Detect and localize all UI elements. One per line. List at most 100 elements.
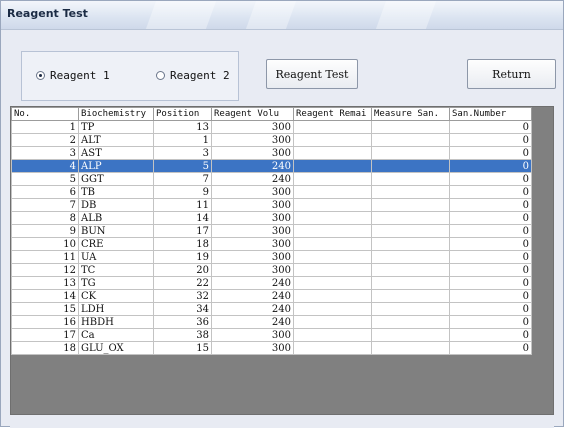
table-cell: ALT	[78, 133, 154, 147]
header-biochemistry[interactable]: Biochemistry	[78, 107, 154, 121]
table-cell: 38	[153, 328, 212, 342]
table-cell: AST	[78, 146, 154, 160]
title-bar-sheen	[245, 1, 297, 29]
table-cell: 0	[449, 133, 532, 147]
reagent-test-window: Reagent Test Reagent 1 Reagent 2 Reagent…	[0, 0, 564, 428]
table-cell	[371, 289, 450, 303]
table-row[interactable]: 3 AST 3 300 0	[11, 146, 532, 160]
title-bar: Reagent Test	[1, 1, 563, 30]
table-row[interactable]: 17 Ca 38 300 0	[11, 328, 532, 342]
return-button[interactable]: Return	[467, 59, 556, 89]
table-cell: 0	[449, 237, 532, 251]
table-cell	[371, 146, 450, 160]
table-cell: TG	[78, 276, 154, 290]
table-cell: 300	[211, 185, 294, 199]
table-cell: 10	[11, 237, 79, 251]
table-row[interactable]: 10 CRE 18 300 0	[11, 237, 532, 251]
table-cell	[371, 263, 450, 277]
table-cell	[371, 276, 450, 290]
header-sample-number[interactable]: San.Number	[449, 107, 532, 121]
table-cell: 0	[449, 159, 532, 173]
table-row[interactable]: 16 HBDH 36 240 0	[11, 315, 532, 329]
table-cell	[293, 133, 372, 147]
table-cell: 0	[449, 302, 532, 316]
table-cell: 240	[211, 276, 294, 290]
header-measure-sample[interactable]: Measure San.	[371, 107, 450, 121]
table-row[interactable]: 9 BUN 17 300 0	[11, 224, 532, 238]
table-cell: TC	[78, 263, 154, 277]
table-cell: 3	[153, 146, 212, 160]
header-no[interactable]: No.	[11, 107, 79, 121]
table-cell: 7	[153, 172, 212, 186]
table-row[interactable]: 18 GLU_OX 15 300 0	[11, 341, 532, 355]
table-cell: 0	[449, 198, 532, 212]
table-cell: ALB	[78, 211, 154, 225]
reagent-2-radio[interactable]: Reagent 2	[156, 69, 230, 82]
table-cell: 14	[153, 211, 212, 225]
table-cell: CRE	[78, 237, 154, 251]
table-cell: 0	[449, 224, 532, 238]
bottom-strip	[10, 415, 554, 428]
table-cell	[371, 159, 450, 173]
table-cell: 18	[153, 237, 212, 251]
table-row[interactable]: 7 DB 11 300 0	[11, 198, 532, 212]
reagent-2-label: Reagent 2	[170, 69, 230, 82]
table-cell	[371, 250, 450, 264]
table-cell: 300	[211, 224, 294, 238]
table-cell: 300	[211, 211, 294, 225]
table-cell: 0	[449, 146, 532, 160]
table-cell	[293, 302, 372, 316]
table-cell	[293, 250, 372, 264]
table-cell: 9	[11, 224, 79, 238]
title-bar-sheen	[145, 1, 217, 29]
header-reagent-volume[interactable]: Reagent Volu	[211, 107, 294, 121]
table-cell	[371, 237, 450, 251]
table-cell	[293, 341, 372, 355]
table-cell: ALP	[78, 159, 154, 173]
reagent-radio-group: Reagent 1 Reagent 2	[21, 51, 239, 101]
reagent-1-radio[interactable]: Reagent 1	[36, 69, 110, 82]
radio-unselected-icon	[156, 71, 165, 80]
reagent-test-button[interactable]: Reagent Test	[266, 59, 358, 89]
table-cell: 13	[11, 276, 79, 290]
table-cell: 300	[211, 250, 294, 264]
table-row[interactable]: 13 TG 22 240 0	[11, 276, 532, 290]
table-cell: HBDH	[78, 315, 154, 329]
table-cell: 17	[11, 328, 79, 342]
table-cell: 0	[449, 315, 532, 329]
table-cell	[371, 328, 450, 342]
table-cell	[371, 211, 450, 225]
table-cell	[293, 224, 372, 238]
table-cell: LDH	[78, 302, 154, 316]
table-cell: 6	[11, 185, 79, 199]
table-cell	[371, 120, 450, 134]
table-cell	[293, 172, 372, 186]
table-cell: 11	[153, 198, 212, 212]
table-cell: Ca	[78, 328, 154, 342]
table-cell: 15	[153, 341, 212, 355]
title-bar-sheen	[375, 1, 437, 29]
table-cell: 8	[11, 211, 79, 225]
table-row[interactable]: 12 TC 20 300 0	[11, 263, 532, 277]
table-header-row: No. Biochemistry Position Reagent Volu R…	[11, 107, 532, 121]
table-cell: 5	[11, 172, 79, 186]
table-row[interactable]: 5 GGT 7 240 0	[11, 172, 532, 186]
table-cell	[293, 315, 372, 329]
table-cell: 0	[449, 276, 532, 290]
table-row[interactable]: 1 TP 13 300 0	[11, 120, 532, 134]
header-position[interactable]: Position	[153, 107, 212, 121]
header-reagent-remain[interactable]: Reagent Remai	[293, 107, 372, 121]
reagent-grid[interactable]: No. Biochemistry Position Reagent Volu R…	[10, 106, 554, 415]
table-row[interactable]: 11 UA 19 300 0	[11, 250, 532, 264]
table-cell: GLU_OX	[78, 341, 154, 355]
table-cell	[293, 185, 372, 199]
table-row[interactable]: 6 TB 9 300 0	[11, 185, 532, 199]
table-cell	[293, 146, 372, 160]
table-row[interactable]: 8 ALB 14 300 0	[11, 211, 532, 225]
table-row[interactable]: 2 ALT 1 300 0	[11, 133, 532, 147]
table-row[interactable]: 4 ALP 5 240 0	[11, 159, 532, 173]
table-cell: 240	[211, 315, 294, 329]
table-row[interactable]: 14 CK 32 240 0	[11, 289, 532, 303]
table-cell	[293, 120, 372, 134]
table-row[interactable]: 15 LDH 34 240 0	[11, 302, 532, 316]
